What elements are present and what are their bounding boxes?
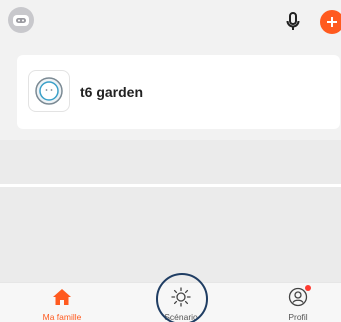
tab-ma-famille[interactable]: Ma famille bbox=[22, 283, 102, 322]
sun-icon bbox=[171, 287, 191, 307]
tab-profil[interactable]: Profil bbox=[258, 283, 338, 322]
profile-icon bbox=[288, 285, 311, 307]
microphone-icon[interactable] bbox=[283, 10, 303, 34]
top-bar bbox=[0, 0, 341, 42]
tab-scenario[interactable]: Scénario bbox=[141, 283, 221, 322]
tab-label: Profil bbox=[288, 312, 308, 322]
plus-icon bbox=[327, 17, 337, 27]
notification-badge bbox=[305, 285, 311, 291]
bottom-tab-bar: Ma famille Scénario Profil bbox=[0, 282, 341, 322]
tab-label: Ma famille bbox=[42, 312, 82, 322]
device-name: t6 garden bbox=[80, 84, 144, 100]
add-device-button[interactable] bbox=[320, 10, 341, 34]
content-area bbox=[0, 140, 341, 184]
tab-label: Scénario bbox=[164, 312, 198, 322]
device-thumbnail bbox=[28, 70, 70, 112]
robot-avatar-icon[interactable] bbox=[8, 7, 34, 33]
empty-area bbox=[0, 187, 341, 282]
home-icon bbox=[52, 287, 72, 307]
smart-plug-icon bbox=[35, 77, 63, 105]
device-card[interactable]: t6 garden bbox=[17, 55, 340, 129]
